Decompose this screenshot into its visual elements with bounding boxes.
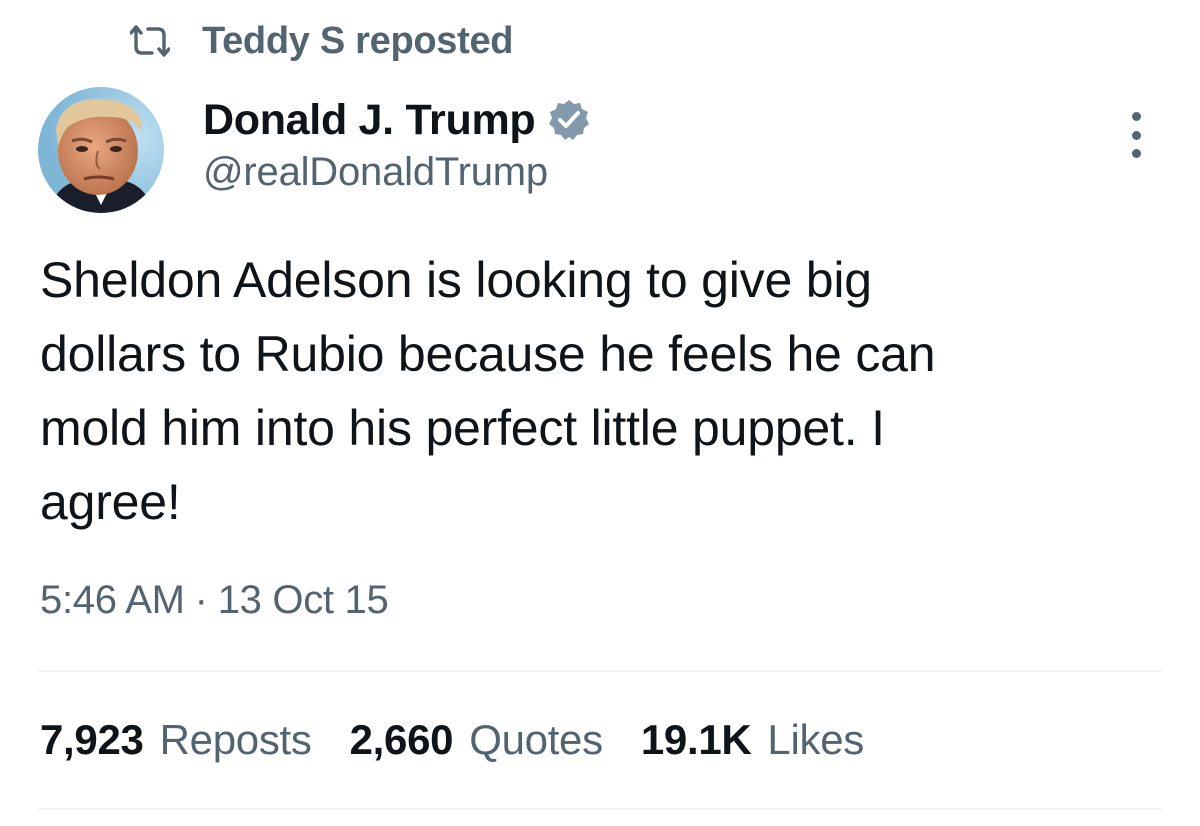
repost-indicator[interactable]: Teddy S reposted	[130, 16, 514, 66]
reposts-label: Reposts	[159, 716, 312, 763]
avatar[interactable]	[38, 87, 164, 213]
tweet-timestamp[interactable]: 5:46 AM · 13 Oct 15	[40, 578, 389, 623]
repost-label: Teddy S reposted	[202, 19, 514, 62]
more-dot	[1131, 130, 1141, 140]
author-name-row[interactable]: Donald J. Trump	[203, 92, 591, 148]
quotes-stat[interactable]: 2,660 Quotes	[349, 716, 604, 764]
quotes-label: Quotes	[469, 716, 603, 763]
author-handle[interactable]: @realDonaldTrump	[203, 150, 548, 195]
likes-label: Likes	[767, 716, 864, 763]
divider	[38, 670, 1162, 672]
quotes-count: 2,660	[349, 716, 454, 763]
tweet-text: Sheldon Adelson is looking to give big d…	[40, 252, 936, 530]
likes-count: 19.1K	[640, 716, 752, 763]
more-dot	[1131, 112, 1141, 121]
divider	[38, 808, 1162, 810]
engagement-stats: 7,923 Reposts 2,660 Quotes 19.1K Likes	[40, 716, 902, 764]
reposts-count: 7,923	[40, 716, 144, 763]
author-display-name[interactable]: Donald J. Trump	[203, 96, 536, 145]
verified-badge-icon	[549, 100, 590, 140]
more-dot	[1131, 149, 1141, 158]
tweet-date[interactable]: 13 Oct 15	[218, 578, 389, 623]
more-options-icon[interactable]	[1118, 112, 1154, 158]
tweet-time[interactable]: 5:46 AM	[40, 578, 185, 623]
timestamp-separator: ·	[194, 578, 208, 622]
repost-icon	[130, 21, 170, 61]
reposts-stat[interactable]: 7,923 Reposts	[40, 716, 312, 764]
likes-stat[interactable]: 19.1K Likes	[641, 716, 864, 764]
avatar-photo	[38, 87, 164, 213]
